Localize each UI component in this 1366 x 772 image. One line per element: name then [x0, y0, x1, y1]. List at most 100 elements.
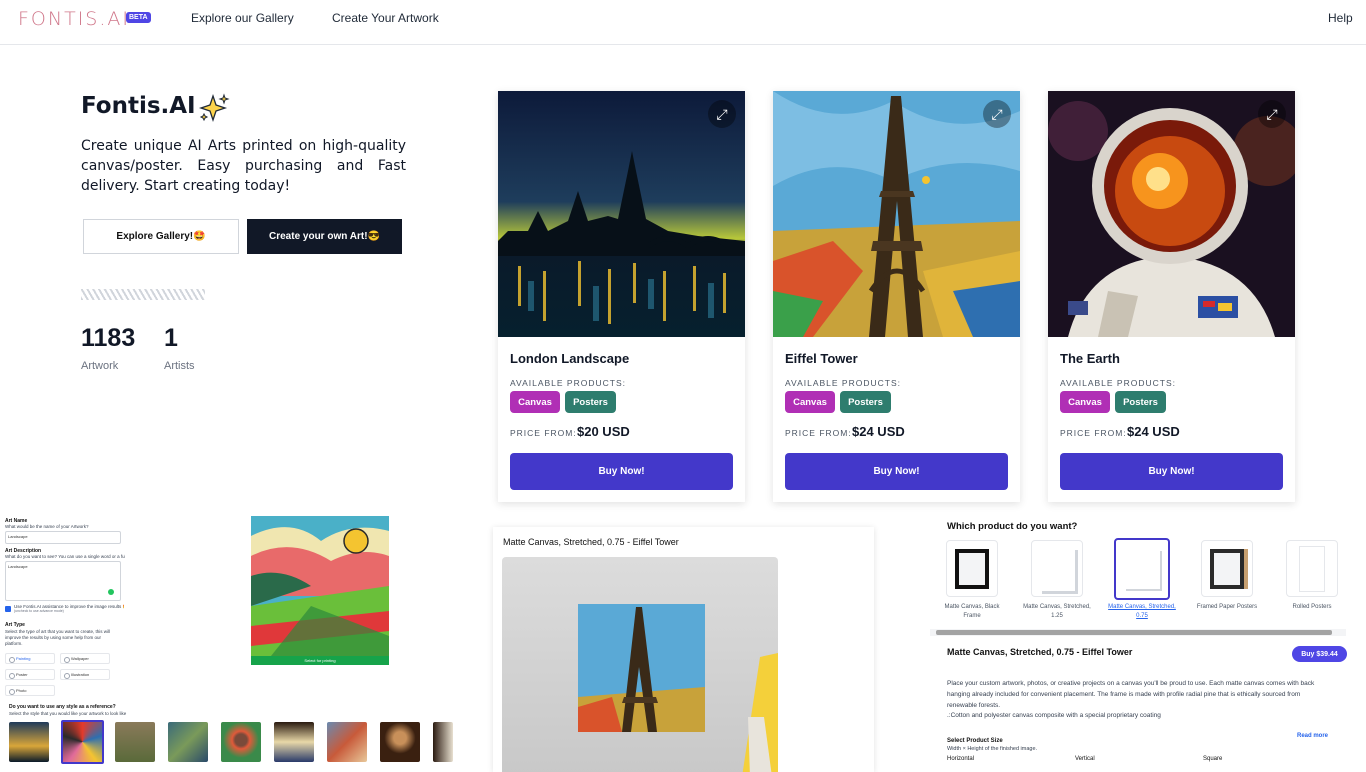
explore-gallery-button[interactable]: Explore Gallery!🤩 [83, 219, 239, 254]
product-option-black-frame[interactable] [946, 540, 998, 597]
product-option-framed-poster[interactable] [1201, 540, 1253, 597]
tag-canvas[interactable]: Canvas [785, 391, 835, 413]
product-mockup-panel: Matte Canvas, Stretched, 0.75 - Eiffel T… [493, 527, 874, 772]
tag-posters[interactable]: Posters [840, 391, 891, 413]
black-frame-icon [955, 548, 989, 589]
logo[interactable]: FONTIS.AI [18, 8, 130, 30]
buy-now-button[interactable]: Buy Now! [785, 453, 1008, 490]
style-thumb-selected[interactable] [61, 720, 104, 764]
select-printing-button[interactable]: Select for printing [251, 656, 389, 665]
product-option-label-selected: Matte Canvas, Stretched, 0.75 [1108, 604, 1176, 619]
price-value: $24 USD [1127, 424, 1180, 439]
price-from-label: PRICE FROM: [510, 428, 577, 438]
art-type-label: Art Type [5, 622, 25, 628]
price-from-label: PRICE FROM: [1060, 428, 1127, 438]
scrollbar-thumb[interactable] [936, 630, 1332, 635]
framed-poster-icon [1210, 548, 1244, 589]
hero-title: Fontis.AI [81, 93, 196, 119]
horizontal-scrollbar[interactable] [930, 629, 1346, 636]
price-from-label: PRICE FROM: [785, 428, 852, 438]
nav-link-help[interactable]: Help [1328, 11, 1353, 25]
expand-icon[interactable]: ⤢ [1258, 100, 1286, 128]
style-thumb[interactable] [9, 722, 49, 762]
size-title: Select Product Size [947, 738, 1003, 744]
card-title: London Landscape [510, 351, 630, 366]
buy-price-button[interactable]: Buy $39.44 [1292, 646, 1347, 662]
product-material: .:Cotton and polyester canvas composite … [947, 712, 1161, 719]
grammarly-icon [108, 589, 114, 595]
style-thumb[interactable] [168, 722, 208, 762]
orientation-horizontal[interactable]: Horizontal [947, 756, 974, 762]
art-card: ⤢ The Earth AVAILABLE PRODUCTS: Canvas P… [1048, 91, 1295, 502]
radio-illustration[interactable]: Illustration [60, 669, 110, 680]
radio-photo[interactable]: Photo [5, 685, 55, 696]
product-option-stretched-075[interactable] [1114, 538, 1170, 600]
mockup-title: Matte Canvas, Stretched, 0.75 - Eiffel T… [503, 537, 679, 547]
stat-artwork-label: Artwork [81, 360, 119, 372]
style-thumb[interactable] [433, 722, 453, 762]
create-art-button[interactable]: Create your own Art!😎 [247, 219, 402, 254]
tag-canvas[interactable]: Canvas [510, 391, 560, 413]
radio-poster[interactable]: Poster [5, 669, 55, 680]
buy-now-button[interactable]: Buy Now! [1060, 453, 1283, 490]
style-help: Select the style that you would like you… [9, 711, 127, 716]
style-question: Do you want to use any style as a refere… [9, 704, 116, 710]
canvas-icon [1039, 546, 1075, 591]
nav-link-create[interactable]: Create Your Artwork [332, 11, 439, 25]
product-question: Which product do you want? [947, 521, 1078, 532]
style-thumb[interactable] [115, 722, 155, 762]
available-products-label: AVAILABLE PRODUCTS: [785, 378, 901, 388]
art-card: ⤢ London Landscape AVAILABLE PRODUCTS: C… [498, 91, 745, 502]
card-title: The Earth [1060, 351, 1120, 366]
hero-description: Create unique AI Arts printed on high-qu… [81, 138, 406, 194]
assist-checkbox[interactable] [5, 606, 11, 612]
art-image-earth[interactable] [1048, 91, 1295, 337]
price-value: $24 USD [852, 424, 905, 439]
selected-product-title: Matte Canvas, Stretched, 0.75 - Eiffel T… [947, 647, 1133, 657]
expand-icon[interactable]: ⤢ [983, 100, 1011, 128]
radio-painting[interactable]: Painting [5, 653, 55, 664]
tag-posters[interactable]: Posters [565, 391, 616, 413]
style-thumb[interactable] [327, 722, 367, 762]
orientation-square[interactable]: Square [1203, 756, 1222, 762]
rolled-poster-icon [1299, 545, 1325, 592]
price-value: $20 USD [577, 424, 630, 439]
generated-art-preview[interactable] [251, 516, 389, 656]
available-products-label: AVAILABLE PRODUCTS: [510, 378, 626, 388]
expand-icon[interactable]: ⤢ [708, 100, 736, 128]
product-option-label: Framed Paper Posters [1196, 604, 1258, 610]
canvas-icon [1124, 549, 1160, 589]
tag-posters[interactable]: Posters [1115, 391, 1166, 413]
product-description: Place your custom artwork, photos, or cr… [947, 680, 1315, 709]
decorative-stripes [81, 289, 205, 300]
stat-artists-label: Artists [164, 360, 195, 372]
stat-artwork-count: 1183 [81, 324, 136, 352]
orientation-vertical[interactable]: Vertical [1075, 756, 1095, 762]
assist-sublabel: (uncheck to use advance mode) [14, 609, 64, 613]
style-thumb[interactable] [221, 722, 261, 762]
read-more-link[interactable]: Read more [1297, 733, 1328, 739]
stat-artists-count: 1 [164, 324, 178, 352]
nav-link-gallery[interactable]: Explore our Gallery [191, 11, 294, 25]
product-option-label: Matte Canvas, Stretched, 1.25 [1023, 604, 1091, 619]
style-thumb[interactable] [274, 722, 314, 762]
radio-wallpaper[interactable]: Wallpaper [60, 653, 110, 664]
art-type-help: Select the type of art that you want to … [5, 629, 111, 646]
art-image-eiffel[interactable] [773, 91, 1020, 337]
sparkles-icon [198, 93, 230, 123]
buy-now-button[interactable]: Buy Now! [510, 453, 733, 490]
art-name-help: What would be the name of your Artwork? [5, 524, 89, 529]
art-card: ⤢ Eiffel Tower AVAILABLE PRODUCTS: Canva… [773, 91, 1020, 502]
product-option-rolled-poster[interactable] [1286, 540, 1338, 597]
art-image-london[interactable] [498, 91, 745, 337]
product-option-stretched-125[interactable] [1031, 540, 1083, 597]
style-thumb[interactable] [380, 722, 420, 762]
art-name-input[interactable]: Landscape [5, 531, 121, 544]
available-products-label: AVAILABLE PRODUCTS: [1060, 378, 1176, 388]
beta-badge: BETA [126, 12, 151, 23]
tag-canvas[interactable]: Canvas [1060, 391, 1110, 413]
product-option-label: Matte Canvas, Black Frame [944, 604, 1000, 619]
art-desc-textarea[interactable]: Landscape [5, 561, 121, 601]
size-help: Width × Height of the finished image. [947, 746, 1038, 752]
art-desc-help: What do you want to see? You can use a s… [5, 554, 125, 559]
